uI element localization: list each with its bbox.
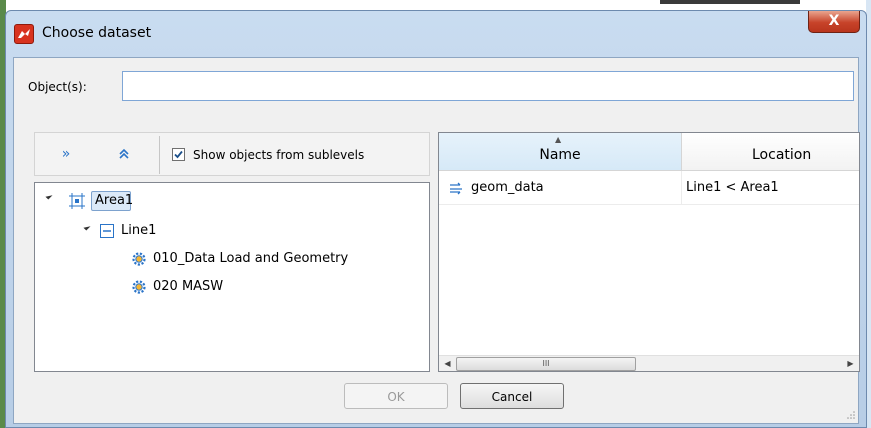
expand-arrow-icon[interactable] bbox=[83, 223, 91, 231]
background-strip bbox=[660, 0, 800, 4]
tree-pane: » Show objects from sublevels Area1 Line… bbox=[34, 132, 430, 372]
checkmark-icon bbox=[174, 150, 183, 159]
double-chevron-up-icon bbox=[119, 148, 129, 159]
line-icon bbox=[100, 224, 114, 238]
tree-item-data-load[interactable]: 010_Data Load and Geometry bbox=[153, 248, 348, 270]
scroll-left-icon[interactable]: ◀ bbox=[439, 356, 456, 371]
gear-icon bbox=[132, 280, 146, 294]
tree-item-masw[interactable]: 020 MASW bbox=[153, 276, 223, 298]
ok-button[interactable]: OK bbox=[344, 383, 448, 409]
column-header-name[interactable]: ▲ Name bbox=[439, 133, 682, 171]
gear-icon bbox=[132, 252, 146, 266]
show-sublevels-label[interactable]: Show objects from sublevels bbox=[193, 148, 364, 162]
choose-dataset-dialog: Choose dataset X Object(s): » Show objec… bbox=[5, 10, 867, 428]
toolbar-separator bbox=[159, 136, 160, 174]
expand-arrow-icon[interactable] bbox=[45, 192, 53, 200]
object-tree: Area1 Line1 010_Data Load and Geometry 0… bbox=[34, 182, 430, 372]
scrollbar-thumb[interactable]: III bbox=[456, 357, 636, 371]
expand-all-button[interactable]: » bbox=[53, 143, 79, 165]
dialog-title: Choose dataset bbox=[42, 25, 152, 41]
sort-ascending-icon: ▲ bbox=[555, 135, 562, 144]
table-cell-name: geom_data bbox=[439, 171, 682, 205]
area-icon bbox=[69, 193, 85, 209]
dataset-icon bbox=[450, 182, 462, 195]
show-sublevels-checkbox[interactable] bbox=[172, 148, 185, 161]
resize-grip-icon[interactable] bbox=[846, 410, 856, 420]
double-chevron-right-icon: » bbox=[61, 146, 71, 162]
title-bar[interactable]: Choose dataset X bbox=[6, 11, 866, 57]
column-header-name-label: Name bbox=[539, 147, 581, 163]
cancel-button[interactable]: Cancel bbox=[460, 383, 564, 409]
row-location: Line1 < Area1 bbox=[682, 171, 859, 205]
dataset-table: ▲ Name Location geom_data Line1 < Area1 … bbox=[438, 132, 860, 372]
scroll-right-icon[interactable]: ▶ bbox=[842, 356, 859, 371]
tree-item-area1[interactable]: Area1 bbox=[95, 190, 133, 212]
column-header-location[interactable]: Location bbox=[682, 133, 859, 171]
row-name: geom_data bbox=[471, 180, 544, 195]
collapse-all-button[interactable] bbox=[111, 143, 137, 165]
app-logo-icon bbox=[14, 24, 34, 44]
objects-input[interactable] bbox=[122, 71, 854, 101]
objects-label: Object(s): bbox=[28, 80, 87, 94]
dialog-body: Object(s): » Show objects from sublevels bbox=[13, 57, 860, 424]
close-button[interactable]: X bbox=[808, 11, 860, 33]
scrollbar-grip: III bbox=[542, 359, 550, 368]
tree-item-line1[interactable]: Line1 bbox=[121, 220, 156, 242]
horizontal-scrollbar[interactable]: ◀ III ▶ bbox=[439, 355, 859, 371]
tree-toolbar: » Show objects from sublevels bbox=[34, 132, 430, 176]
